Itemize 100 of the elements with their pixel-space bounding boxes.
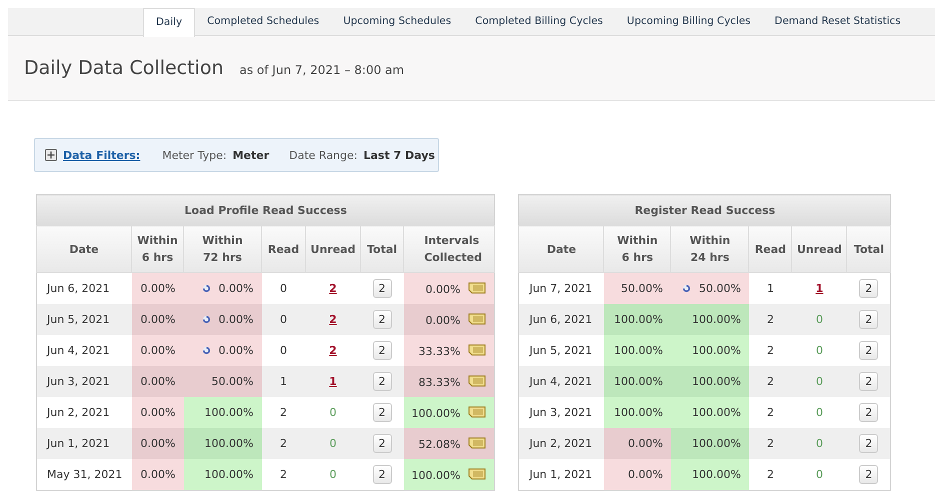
read-cell: 2 [748, 428, 792, 459]
column-header: Date [36, 226, 132, 272]
read-cell: 2 [748, 335, 792, 366]
percent-cell: 100.00% [184, 459, 262, 490]
page-subtitle: as of Jun 7, 2021 – 8:00 am [240, 63, 404, 77]
total-button[interactable]: 2 [372, 310, 392, 329]
percent-cell: 0.00% [132, 304, 184, 335]
column-header: Read [262, 226, 306, 272]
read-cell: 0 [262, 335, 306, 366]
date-cell: Jun 7, 2021 [518, 272, 604, 304]
date-cell: Jun 6, 2021 [36, 272, 132, 304]
intervals-cell: 100.00% [404, 459, 495, 490]
percent-cell: 100.00% [604, 397, 671, 428]
percent-cell: 100.00% [604, 304, 671, 335]
percent-cell: 100.00% [670, 459, 749, 490]
read-cell: 1 [262, 366, 306, 397]
column-header: Date [518, 226, 604, 272]
unread-link[interactable]: 1 [816, 282, 824, 295]
total-button[interactable]: 2 [859, 279, 878, 298]
percent-cell: 100.00% [604, 366, 671, 397]
note-icon[interactable] [468, 468, 486, 480]
intervals-cell: 33.33% [404, 335, 495, 366]
total-button[interactable]: 2 [859, 434, 878, 453]
percent-cell: 0.00% [132, 366, 184, 397]
note-icon[interactable] [468, 436, 486, 448]
note-icon[interactable] [468, 344, 486, 356]
page-title: Daily Data Collection [24, 57, 224, 79]
intervals-cell: 0.00% [404, 304, 495, 335]
tab[interactable]: Completed Billing Cycles [463, 8, 615, 35]
percent-cell: 50.00% [604, 272, 671, 304]
expand-icon[interactable] [45, 149, 57, 161]
note-icon[interactable] [468, 374, 486, 386]
intervals-cell: 83.33% [404, 366, 495, 397]
date-cell: Jun 1, 2021 [518, 459, 604, 490]
date-cell: Jun 3, 2021 [518, 397, 604, 428]
total-button[interactable]: 2 [372, 465, 392, 484]
unread-link[interactable]: 2 [329, 282, 337, 295]
percent-cell: 0.00% [132, 397, 184, 428]
unread-link[interactable]: 2 [329, 344, 337, 357]
unread-count: 0 [816, 437, 823, 450]
percent-cell: 100.00% [184, 397, 262, 428]
unread-count: 0 [330, 406, 336, 419]
total-button[interactable]: 2 [859, 465, 878, 484]
column-header: Within 6 hrs [132, 226, 184, 272]
read-cell: 2 [748, 459, 792, 490]
percent-cell: 100.00% [604, 335, 671, 366]
unread-count: 0 [816, 375, 823, 388]
percent-cell: 50.00% [184, 366, 262, 397]
tab[interactable]: Upcoming Schedules [331, 8, 464, 35]
read-cell: 2 [262, 397, 306, 428]
unread-count: 0 [816, 468, 823, 481]
read-cell: 0 [262, 272, 306, 304]
intervals-cell: 0.00% [404, 272, 495, 304]
date-cell: Jun 5, 2021 [36, 304, 132, 335]
total-button[interactable]: 2 [372, 372, 392, 391]
total-button[interactable]: 2 [859, 341, 878, 360]
unread-link[interactable]: 2 [329, 313, 337, 326]
unread-link[interactable]: 1 [329, 375, 337, 388]
read-cell: 1 [748, 272, 792, 304]
unread-count: 0 [330, 437, 336, 450]
tab[interactable]: Completed Schedules [195, 8, 332, 35]
date-cell: Jun 1, 2021 [36, 428, 132, 459]
note-icon[interactable] [468, 312, 486, 324]
intervals-cell: 100.00% [404, 397, 495, 428]
percent-cell: 0.00% [184, 304, 262, 335]
filter-label: Meter Type: [162, 148, 227, 162]
data-filters-link[interactable]: Data Filters: [63, 148, 140, 162]
tab[interactable]: Upcoming Billing Cycles [614, 8, 763, 35]
filter-value: Meter [232, 148, 270, 162]
table-title: Load Profile Read Success [36, 194, 495, 226]
total-button[interactable]: 2 [372, 434, 392, 453]
column-header: Within 24 hrs [670, 226, 749, 272]
unread-count: 0 [330, 468, 336, 481]
column-header: Read [748, 226, 792, 272]
percent-cell: 100.00% [670, 397, 749, 428]
column-header: Within 6 hrs [604, 226, 671, 272]
read-cell: 2 [262, 428, 306, 459]
percent-cell: 100.00% [670, 366, 749, 397]
percent-cell: 0.00% [132, 428, 184, 459]
total-button[interactable]: 2 [859, 372, 878, 391]
total-button[interactable]: 2 [372, 341, 392, 360]
date-cell: May 31, 2021 [36, 459, 132, 490]
tab[interactable]: Demand Reset Statistics [762, 8, 913, 35]
column-header: Within 72 hrs [184, 226, 262, 272]
date-cell: Jun 2, 2021 [36, 397, 132, 428]
percent-cell: 50.00% [670, 272, 749, 304]
tab[interactable]: Daily [143, 8, 196, 37]
note-icon[interactable] [468, 282, 486, 294]
percent-cell: 100.00% [670, 428, 749, 459]
unread-count: 0 [816, 313, 823, 326]
percent-cell: 0.00% [132, 459, 184, 490]
unread-count: 0 [816, 344, 823, 357]
note-icon[interactable] [468, 406, 486, 418]
total-button[interactable]: 2 [859, 403, 878, 422]
filter-label: Date Range: [289, 148, 358, 162]
unread-count: 0 [816, 406, 823, 419]
total-button[interactable]: 2 [859, 310, 878, 329]
total-button[interactable]: 2 [372, 403, 392, 422]
total-button[interactable]: 2 [372, 279, 392, 298]
intervals-cell: 52.08% [404, 428, 495, 459]
